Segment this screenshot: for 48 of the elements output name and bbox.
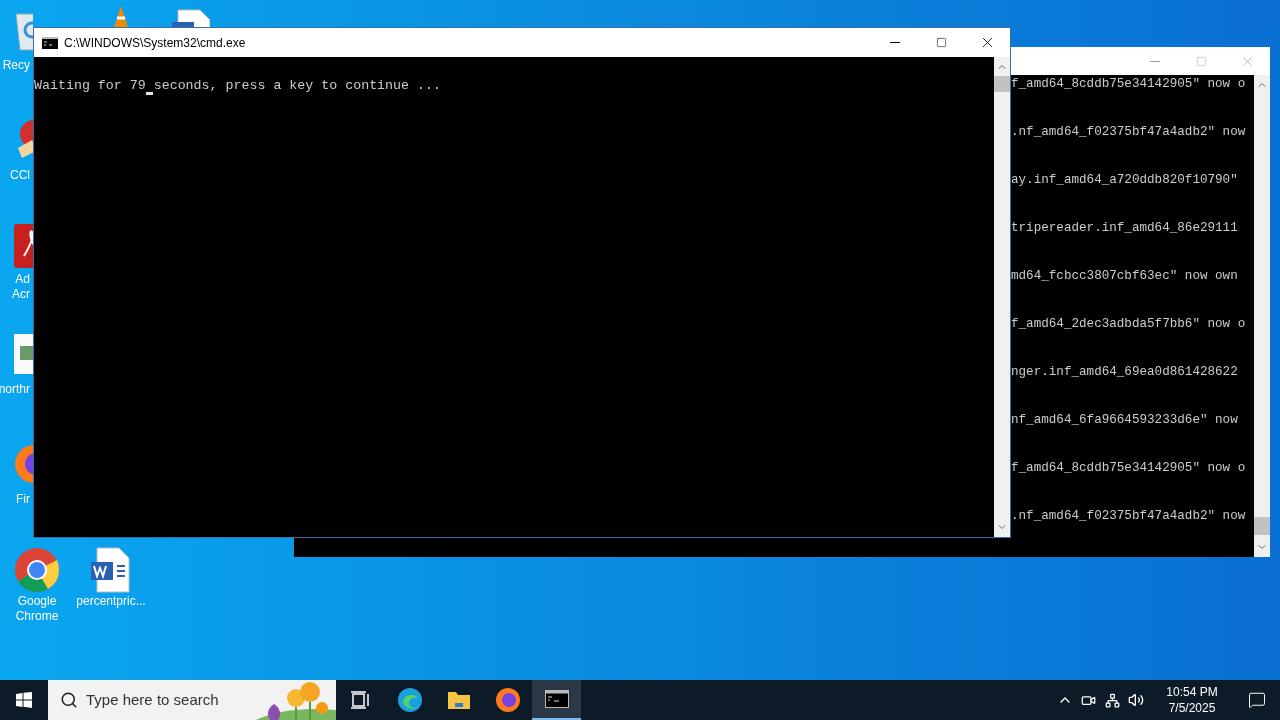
word-document-icon — [89, 546, 133, 594]
icon-label: Acr — [12, 287, 30, 302]
clock[interactable]: 10:54 PM 7/5/2025 — [1154, 680, 1230, 720]
icon-label: Ad — [15, 272, 30, 287]
minimize-icon — [1150, 60, 1160, 62]
document-icon — [12, 222, 33, 270]
search-icon — [60, 691, 78, 709]
console-line: ay.inf_amd64_a720ddb820f10790" — [1011, 173, 1239, 188]
windows-logo-icon — [16, 692, 32, 708]
maximize-icon — [1195, 55, 1207, 67]
scrollbar-thumb[interactable] — [994, 76, 1010, 92]
terminal-icon — [544, 690, 569, 708]
folder-icon — [446, 690, 471, 710]
icon-label: Google — [17, 594, 57, 609]
icon-label: Recy — [2, 58, 30, 73]
icon-label: CCl — [10, 168, 30, 183]
console-line: .nf_amd64_f02375bf47a4adb2" now — [1011, 509, 1247, 524]
console-line: f_amd64_2dec3adbda5f7bb6" now o — [1011, 317, 1247, 332]
icon-label: Chrome — [15, 609, 59, 624]
icon-label: percentpric... — [76, 594, 146, 609]
console-line: f_amd64_8cddb75e34142905" now o — [1011, 461, 1247, 476]
firefox-icon — [494, 687, 521, 713]
minimize-icon — [890, 42, 900, 43]
console-line: .nf_amd64_f02375bf47a4adb2" now — [1011, 125, 1247, 140]
taskbar-app[interactable] — [532, 680, 581, 720]
search-field[interactable]: Type here to search — [86, 688, 246, 712]
scrollbar[interactable] — [1254, 75, 1270, 557]
icon-label: Fir — [16, 492, 30, 507]
scrollbar-thumb[interactable] — [1254, 517, 1270, 535]
search-bar[interactable]: Type here to search — [48, 680, 336, 720]
console-line: f_amd64_8cddb75e34142905" now o — [1011, 77, 1247, 92]
terminal-icon — [42, 36, 58, 49]
window-title: C:\WINDOWS\System32\cmd.exe — [64, 34, 246, 52]
chrome-icon — [13, 546, 61, 594]
edge-icon — [396, 687, 423, 713]
console-line: nger.inf_amd64_69ea0d861428622 — [1011, 365, 1239, 380]
scrollbar[interactable] — [994, 57, 1010, 537]
console-line: nf_amd64_6fa9664593233d6e" now — [1011, 413, 1239, 428]
console-line: md64_fcbcc3807cbf63ec" now own — [1011, 269, 1239, 284]
image-file-icon — [12, 332, 33, 376]
notification-icon — [1248, 691, 1266, 709]
console-line: tripereader.inf_amd64_86e29111 — [1011, 221, 1239, 236]
maximize-icon — [935, 37, 947, 48]
console-line: Waiting for 79 seconds, press a key to continue ... — [34, 78, 441, 93]
icon-label: northr — [0, 382, 30, 397]
task-view-icon — [350, 691, 371, 709]
volume-icon — [1128, 692, 1144, 708]
network-icon — [1104, 692, 1120, 708]
